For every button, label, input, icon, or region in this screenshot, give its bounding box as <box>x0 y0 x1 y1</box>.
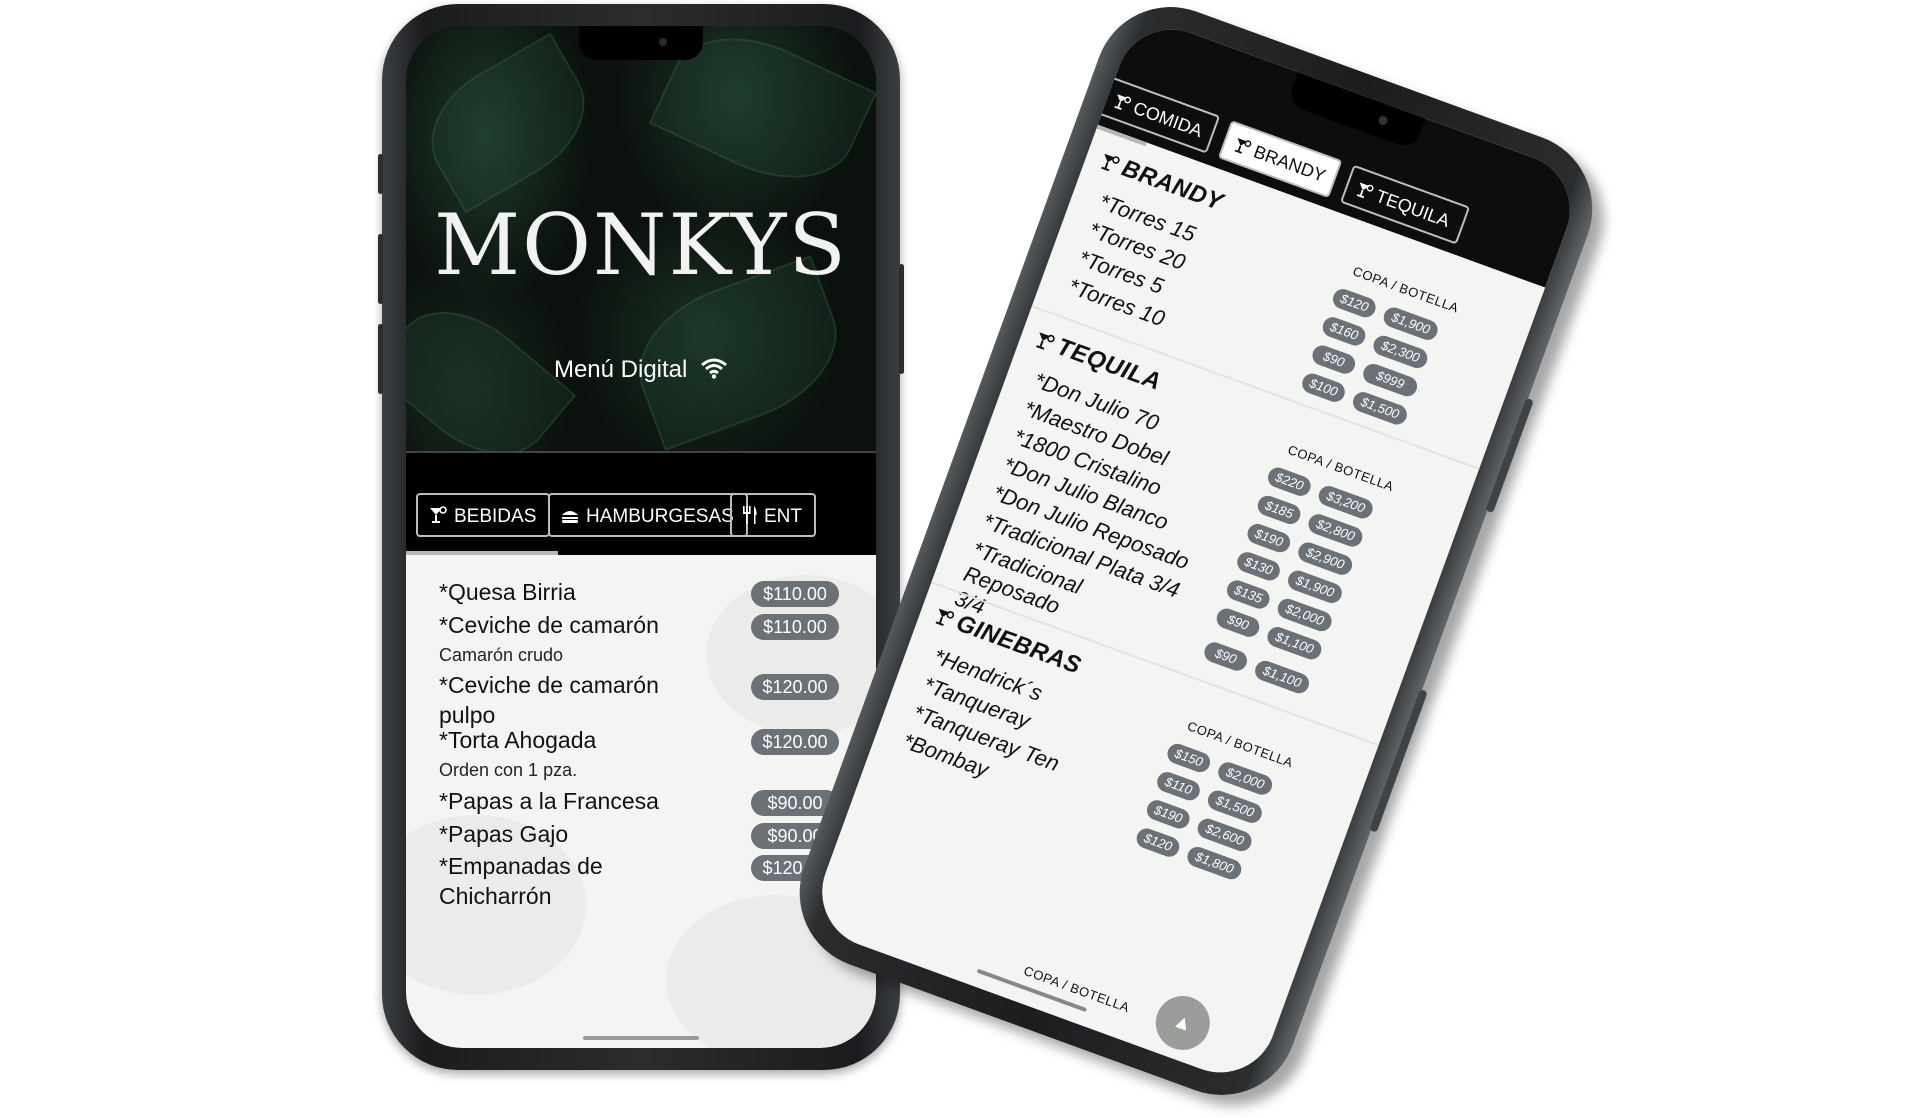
tab-label: ENT <box>764 506 802 527</box>
price-copa: $160 <box>1319 314 1369 349</box>
tab-brandy[interactable]: BRANDY <box>1217 120 1343 199</box>
tab-label: TEQUILA <box>1373 185 1453 232</box>
price-copa: $185 <box>1254 493 1304 527</box>
price-copa: $100 <box>1299 370 1348 405</box>
cocktail-icon <box>1348 173 1378 215</box>
tab-ent[interactable]: ENT <box>730 493 816 537</box>
tab-hamburgesas[interactable]: HAMBURGESAS <box>548 493 748 537</box>
price-copa: $120 <box>1330 286 1379 321</box>
tab-tequila[interactable]: TEQUILA <box>1339 164 1471 245</box>
menu-item-name: *Ceviche de camarón <box>439 612 659 638</box>
tab-label: BRANDY <box>1250 141 1329 186</box>
scroll-top-button[interactable]: ▲ <box>1148 988 1218 1058</box>
home-indicator <box>583 1036 699 1040</box>
price-botella: $1,800 <box>1184 844 1245 883</box>
price-botella: $1,100 <box>1252 658 1312 697</box>
leaf-decoration <box>408 32 608 214</box>
menu-item-name: *Quesa Birria <box>439 579 576 605</box>
menu-item-name: *Empanadas de Chicharrón <box>439 853 603 909</box>
price-copa: $190 <box>1244 521 1293 556</box>
tab-label: HAMBURGESAS <box>586 506 734 527</box>
volume-up-button <box>378 234 383 304</box>
volume-down-button <box>378 324 383 394</box>
price-badge: $120.00 <box>751 674 839 700</box>
price-badge: $110.00 <box>751 614 839 640</box>
burger-icon <box>560 498 580 542</box>
arrow-up-icon: ▲ <box>1169 1009 1196 1037</box>
menu-subtitle-text: Menú Digital <box>553 356 688 383</box>
tab-bebidas[interactable]: BEBIDAS <box>416 493 551 537</box>
menu-item-name: *Torta Ahogada <box>439 727 597 753</box>
price-botella: $1,100 <box>1264 624 1325 663</box>
category-tabs: BEBIDAS HAMBURGESAS ENT <box>406 451 876 553</box>
cocktail-icon <box>428 498 448 542</box>
price-botella: $1,500 <box>1350 389 1410 428</box>
price-copa: $90 <box>1201 639 1250 674</box>
power-button <box>899 264 904 374</box>
price-badge: $110.00 <box>751 581 839 607</box>
price-copa: $190 <box>1144 797 1193 832</box>
menu-subtitle: Menú Digital <box>406 356 876 386</box>
mute-switch <box>378 154 383 194</box>
menu-item-description: Orden con 1 pza. <box>439 760 578 780</box>
price-copa: $220 <box>1265 464 1314 499</box>
menu-item-name: *Papas a la Francesa <box>439 788 659 814</box>
price-copa: $135 <box>1224 577 1273 612</box>
menu-list: *Quesa Birria $110.00 *Ceviche de camaró… <box>406 555 876 1048</box>
price-copa: $110 <box>1154 769 1203 804</box>
notch <box>579 26 703 60</box>
cocktail-icon <box>1226 128 1256 170</box>
tab-label: BEBIDAS <box>454 506 537 527</box>
tab-comida[interactable]: COMIDA <box>1097 76 1221 154</box>
menu-item-name: *Papas Gajo <box>439 821 569 847</box>
price-copa: $130 <box>1234 549 1283 584</box>
cocktail-icon <box>1106 84 1136 126</box>
price-copa: $150 <box>1164 741 1213 775</box>
hero-banner: MONKYS Menú Digital <box>406 26 876 483</box>
price-copa: $90 <box>1213 605 1263 640</box>
phone-right: COMIDA BRANDY TEQUILA BRANDY COPA / BOTE… <box>778 0 1614 1117</box>
menu-item-name: *Ceviche de camarón pulpo <box>439 672 659 728</box>
brand-logo: MONKYS <box>434 196 848 294</box>
wifi-icon <box>700 357 728 386</box>
price-badge: $120.00 <box>751 729 839 755</box>
tab-label: COMIDA <box>1130 97 1206 142</box>
price-copa: $90 <box>1309 342 1358 377</box>
menu-item-description: Camarón crudo <box>439 645 564 665</box>
utensils-icon <box>742 498 758 542</box>
price-copa: $120 <box>1133 825 1183 860</box>
